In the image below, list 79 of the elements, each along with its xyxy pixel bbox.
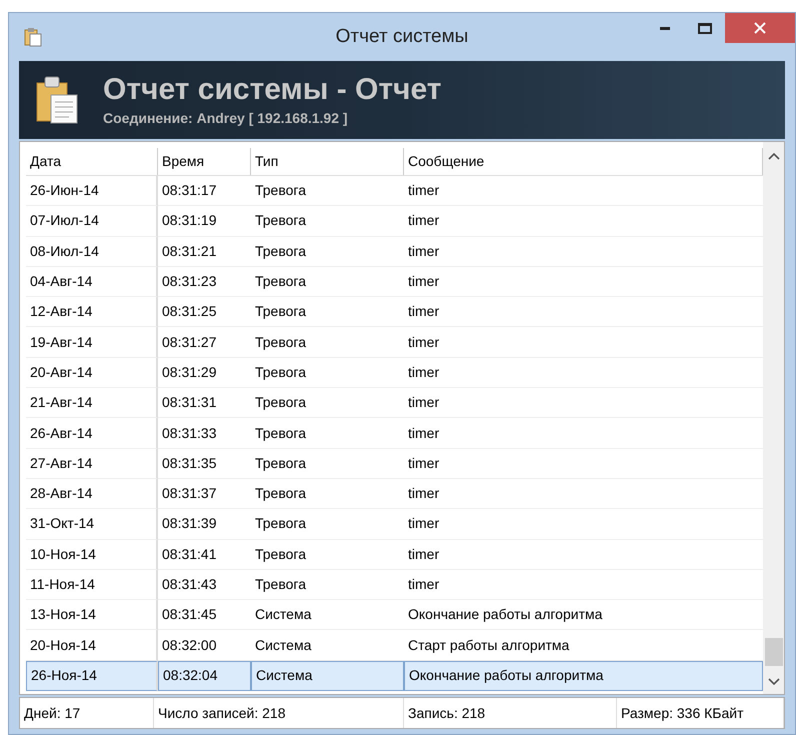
table-cell: Тревога: [251, 358, 404, 388]
table-cell: timer: [404, 540, 763, 570]
table-cell: 08:31:45: [158, 600, 251, 630]
table-cell: timer: [404, 448, 763, 479]
table-cell: 08:31:37: [158, 478, 251, 510]
table-cell: 08-Июл-14: [26, 236, 158, 267]
table-cell: 13-Ноя-14: [26, 600, 158, 630]
close-button[interactable]: [725, 13, 795, 43]
table-cell: Тревога: [251, 418, 404, 449]
table-cell: Тревога: [251, 448, 404, 479]
table-cell: timer: [404, 206, 763, 237]
table-cell: 19-Авг-14: [26, 327, 158, 358]
status-text: Дней: 17: [20, 698, 154, 728]
close-icon: [754, 22, 766, 34]
status-text: Размер: 336 КБайт: [617, 698, 784, 728]
table-cell: 07-Июл-14: [26, 206, 158, 237]
table-cell: Тревога: [251, 570, 404, 600]
table-cell: 27-Авг-14: [26, 448, 158, 479]
table-cell: 08:31:21: [158, 236, 251, 267]
status-text: Число записей: 218: [154, 698, 404, 728]
table-cell: 08:31:17: [158, 176, 251, 206]
status-text: Запись: 218: [404, 698, 617, 728]
table-cell: timer: [404, 478, 763, 510]
scrollbar[interactable]: [763, 142, 784, 694]
connection-info: Соединение: Andrey [ 192.168.1.92 ]: [103, 108, 349, 128]
table-cell: 08:31:27: [158, 327, 251, 358]
table-cell: timer: [404, 236, 763, 267]
table-cell: Окончание работы алгоритма: [404, 600, 763, 630]
table-cell: 21-Авг-14: [26, 388, 158, 418]
column-header[interactable]: Дата: [26, 148, 158, 175]
table-cell: 11-Ноя-14: [26, 570, 158, 600]
table-cell: 12-Авг-14: [26, 297, 158, 328]
table-cell: 08:32:04: [158, 660, 251, 692]
table-cell: 26-Июн-14: [26, 176, 158, 206]
table-cell: 10-Ноя-14: [26, 540, 158, 570]
table-cell: timer: [404, 388, 763, 418]
table-cell: 28-Авг-14: [26, 478, 158, 510]
table-cell: 08:31:33: [158, 418, 251, 449]
column-header[interactable]: Время: [158, 148, 251, 175]
table-cell: Система: [251, 600, 404, 630]
table-cell: timer: [404, 266, 763, 298]
column-header[interactable]: Тип: [251, 148, 404, 175]
table-cell: 08:31:35: [158, 448, 251, 479]
clipboard-icon: [23, 27, 43, 47]
report-title: Отчет системы - Отчет: [103, 72, 442, 108]
table-cell: Тревога: [251, 478, 404, 510]
table-cell: Тревога: [251, 540, 404, 570]
table-cell: timer: [404, 358, 763, 388]
table-cell: Тревога: [251, 206, 404, 237]
table-cell: Окончание работы алгоритма: [404, 660, 763, 692]
scroll-thumb[interactable]: [764, 638, 782, 666]
table-cell: timer: [404, 570, 763, 600]
table-cell: timer: [404, 509, 763, 540]
table-cell: 26-Авг-14: [26, 418, 158, 449]
table-cell: timer: [404, 297, 763, 328]
table-cell: Тревога: [251, 327, 404, 358]
table-cell: timer: [404, 176, 763, 206]
table-cell: Система: [251, 660, 404, 692]
table-cell: 08:31:19: [158, 206, 251, 237]
table-cell: timer: [404, 418, 763, 449]
table-cell: 08:31:25: [158, 297, 251, 328]
table-cell: Тревога: [251, 509, 404, 540]
table-cell: Тревога: [251, 297, 404, 328]
table-cell: 08:31:41: [158, 540, 251, 570]
table-cell: 08:31:39: [158, 509, 251, 540]
table-cell: Тревога: [251, 176, 404, 206]
window-title: Отчет системы: [336, 24, 468, 49]
table-cell: 20-Авг-14: [26, 358, 158, 388]
table-cell: 08:31:29: [158, 358, 251, 388]
table-cell: Тревога: [251, 388, 404, 418]
table-cell: 31-Окт-14: [26, 509, 158, 540]
table-cell: timer: [404, 327, 763, 358]
table-cell: 04-Авг-14: [26, 266, 158, 298]
table-cell: 26-Ноя-14: [26, 660, 158, 692]
table-cell: 08:31:43: [158, 570, 251, 600]
table-cell: 08:31:31: [158, 388, 251, 418]
table-cell: Тревога: [251, 266, 404, 298]
table-cell: Тревога: [251, 236, 404, 267]
table-cell: 08:31:23: [158, 266, 251, 298]
